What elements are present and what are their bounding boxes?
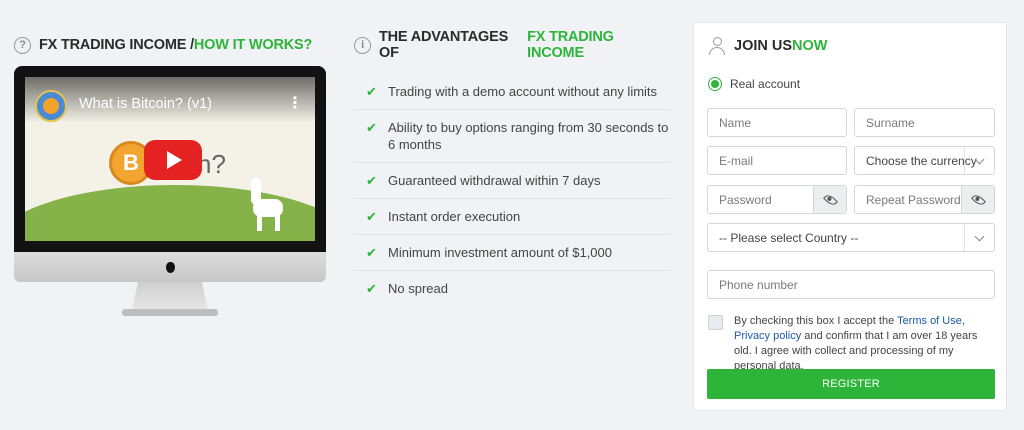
video-player[interactable]: What is Bitcoin? (v1) ⋮ B n? xyxy=(25,77,315,241)
question-circle-icon: ? xyxy=(14,36,31,54)
check-icon: ✔ xyxy=(366,84,377,99)
repeat-password-field[interactable] xyxy=(854,185,995,214)
terms-sep: , xyxy=(961,315,965,327)
imac-screen: What is Bitcoin? (v1) ⋮ B n? xyxy=(14,66,326,252)
phone-input[interactable] xyxy=(719,277,994,292)
show-password-button[interactable] xyxy=(813,186,846,213)
register-button[interactable]: REGISTER xyxy=(707,369,995,399)
play-button[interactable] xyxy=(144,140,202,180)
llama-illustration xyxy=(245,175,289,231)
video-title[interactable]: What is Bitcoin? (v1) xyxy=(79,96,212,112)
list-item: ✔ Ability to buy options ranging from 30… xyxy=(354,110,670,163)
privacy-policy-link[interactable]: Privacy policy xyxy=(734,330,801,342)
country-select-value: -- Please select Country -- xyxy=(719,230,859,245)
apple-logo-icon xyxy=(165,261,175,273)
how-it-works-title-part1: FX TRADING INCOME / xyxy=(39,37,194,53)
terms-checkbox[interactable] xyxy=(708,315,723,330)
how-it-works-title-part2: HOW IT WORKS? xyxy=(193,37,313,53)
terms-text: By checking this box I accept the Terms … xyxy=(734,314,996,374)
account-type-option[interactable]: Real account xyxy=(708,77,800,91)
surname-input[interactable] xyxy=(866,115,994,130)
real-account-radio[interactable] xyxy=(708,77,722,91)
terms-of-use-link[interactable]: Terms of Use xyxy=(897,315,962,327)
eye-icon xyxy=(822,192,838,207)
imac-mockup: What is Bitcoin? (v1) ⋮ B n? xyxy=(14,66,326,318)
currency-select[interactable]: Choose the currency xyxy=(854,146,995,175)
user-icon xyxy=(708,37,726,55)
phone-field[interactable] xyxy=(707,270,995,299)
check-icon: ✔ xyxy=(366,173,377,188)
real-account-label: Real account xyxy=(730,77,801,91)
list-item: ✔ Trading with a demo account without an… xyxy=(354,74,670,110)
imac-stand xyxy=(132,282,208,310)
list-item: ✔ Minimum investment amount of $1,000 xyxy=(354,235,670,271)
password-field[interactable] xyxy=(707,185,847,214)
join-us-title: JOIN US NOW xyxy=(708,37,827,55)
name-field[interactable] xyxy=(707,108,847,137)
advantages-list: ✔ Trading with a demo account without an… xyxy=(354,74,670,306)
currency-select-value: Choose the currency xyxy=(866,153,977,168)
how-it-works-section: ? FX TRADING INCOME / HOW IT WORKS? What… xyxy=(14,36,330,316)
chevron-down-icon[interactable] xyxy=(964,147,994,174)
advantages-title: i THE ADVANTAGES OF FX TRADING INCOME xyxy=(354,29,670,61)
check-icon: ✔ xyxy=(366,120,377,135)
list-item: ✔ No spread xyxy=(354,271,670,306)
join-us-title-part2: NOW xyxy=(792,38,828,54)
imac-chin xyxy=(14,252,326,282)
info-circle-icon: i xyxy=(354,36,371,54)
advantage-text: Ability to buy options ranging from 30 s… xyxy=(388,120,669,152)
surname-field[interactable] xyxy=(854,108,995,137)
imac-base xyxy=(122,309,218,316)
registration-form: JOIN US NOW Real account Choose the curr… xyxy=(693,22,1007,411)
eye-icon xyxy=(970,192,986,207)
name-input[interactable] xyxy=(719,115,846,130)
advantages-title-part1: THE ADVANTAGES OF xyxy=(379,29,509,61)
advantage-text: Trading with a demo account without any … xyxy=(388,84,658,99)
advantage-text: Guaranteed withdrawal within 7 days xyxy=(388,173,601,188)
check-icon: ✔ xyxy=(366,209,377,224)
chevron-down-icon[interactable] xyxy=(964,224,994,251)
check-icon: ✔ xyxy=(366,245,377,260)
country-select[interactable]: -- Please select Country -- xyxy=(707,223,995,252)
terms-prefix: By checking this box I accept the xyxy=(734,315,898,327)
advantages-section: i THE ADVANTAGES OF FX TRADING INCOME ✔ … xyxy=(354,29,670,306)
list-item: ✔ Guaranteed withdrawal within 7 days xyxy=(354,163,670,199)
show-repeat-password-button[interactable] xyxy=(961,186,994,213)
advantage-text: Instant order execution xyxy=(388,209,521,224)
how-it-works-title: ? FX TRADING INCOME / HOW IT WORKS? xyxy=(14,36,330,54)
more-options-icon[interactable]: ⋮ xyxy=(287,93,303,113)
advantage-text: Minimum investment amount of $1,000 xyxy=(388,245,612,260)
channel-avatar[interactable] xyxy=(35,90,67,122)
advantages-title-part2: FX TRADING INCOME xyxy=(527,29,614,61)
check-icon: ✔ xyxy=(366,281,377,296)
email-field[interactable] xyxy=(707,146,847,175)
join-us-title-part1: JOIN US xyxy=(734,38,793,54)
email-input[interactable] xyxy=(719,153,846,168)
advantage-text: No spread xyxy=(388,281,448,296)
list-item: ✔ Instant order execution xyxy=(354,199,670,235)
